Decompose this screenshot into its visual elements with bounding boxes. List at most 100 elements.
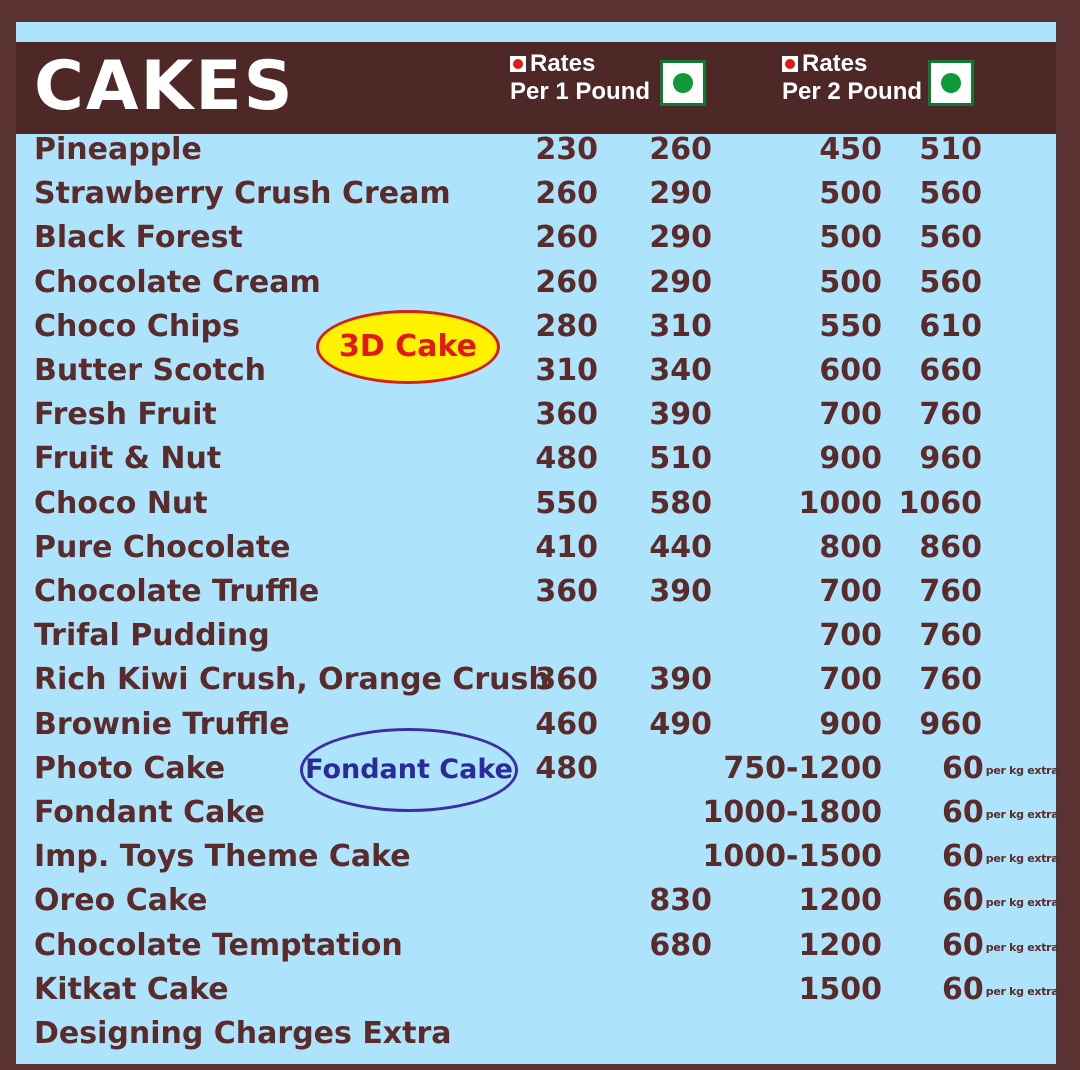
extra-value: 60 [942,927,984,963]
price-2-pound-nonveg: 500 [819,176,882,212]
item-name: Designing Charges Extra [34,1016,452,1051]
price-1-pound-veg: 290 [649,176,712,212]
list-item: Brownie Truffle 460 490 900 960 [16,703,1056,747]
veg-icon [660,60,706,106]
item-name: Trifal Pudding [34,618,270,654]
price-2-pound-veg: 760 [919,662,982,698]
price-1-pound-nonveg: 230 [535,132,598,167]
price-2-pound-veg: 560 [919,264,982,300]
per-2-pound-label: Per 2 Pound [782,78,923,105]
price-1-pound-nonveg: 480 [535,750,598,786]
extra-value: 60 [942,883,984,919]
price-1-pound-veg: 290 [649,264,712,300]
item-name: Brownie Truffle [34,706,290,742]
per-kg-extra-price: 60 per kg extra [942,839,1059,875]
price-1-pound-veg: 510 [649,441,712,477]
menu-header: CAKES Rates Per 1 Pound Rates Per 2 Poun… [16,42,1056,134]
item-name: Chocolate Temptation [34,927,403,963]
price-2-pound-nonveg: 1000 [798,485,883,521]
extra-value: 60 [942,839,984,875]
price-2-pound-veg: 660 [919,353,982,388]
per-kg-extra-price: 60 per kg extra [942,971,1059,1008]
list-item: Trifal Pudding 700 760 [16,614,1056,658]
price-2-pound-veg: 760 [919,618,982,654]
price-2-pound-nonveg: 700 [819,618,882,654]
price-1-pound-nonveg: 360 [535,574,598,609]
price-2-pound-veg: 560 [919,176,982,212]
price-2-pound-nonveg: 800 [819,529,882,565]
per-kg-extra-note: per kg extra [985,808,1059,821]
price-2-pound-veg: 760 [919,397,982,433]
price-1-pound-veg: 390 [649,574,712,609]
rates-label: Rates [530,50,596,77]
price-1-pound-nonveg: 260 [535,264,598,300]
per-kg-extra-price: 60 per kg extra [942,883,1059,919]
price-2-pound-nonveg: 700 [819,662,882,698]
list-item: Choco Chips 280 310 550 610 [16,305,1056,349]
price-1-pound-nonveg: 550 [535,485,598,521]
price-2-pound-veg: 860 [919,529,982,565]
price-1-pound-nonveg: 280 [535,308,598,344]
price-2-pound-nonveg: 500 [819,264,882,300]
price-2-pound-nonveg: 1200 [798,927,883,963]
item-name: Fondant Cake [34,795,265,830]
item-name: Oreo Cake [34,883,208,919]
price-2-pound-nonveg: 700 [819,397,882,433]
price-1-pound-nonveg: 260 [535,220,598,256]
price-1-pound-veg: 390 [649,662,712,698]
menu-panel: CAKES Rates Per 1 Pound Rates Per 2 Poun… [16,22,1059,1064]
price-1-pound-veg: 290 [649,220,712,256]
list-item: Chocolate Truffle 360 390 700 760 [16,570,1056,614]
price-2-pound-nonveg: 1500 [798,971,883,1007]
price-1-pound-nonveg: 310 [535,353,598,388]
item-name: Butter Scotch [34,353,266,388]
list-item: Oreo Cake 830 1200 60 per kg extra [16,879,1059,923]
item-name: Chocolate Truffle [34,574,320,609]
item-name: Imp. Toys Theme Cake [34,839,411,875]
item-name: Photo Cake [34,750,226,786]
price-1-pound-nonveg: 460 [535,706,598,742]
price-2-pound-veg: 560 [919,220,982,256]
item-name: Choco Nut [34,485,208,521]
extra-value: 60 [942,971,984,1007]
price-2-pound-nonveg: 1000-1500 [702,839,882,875]
list-item: Butter Scotch 310 340 600 660 [16,349,1056,393]
3d-cake-badge: 3D Cake [316,310,500,384]
price-2-pound-nonveg: 600 [819,353,882,388]
item-name: Pure Chocolate [34,529,291,565]
price-1-pound-veg: 580 [649,485,712,521]
price-1-pound-veg: 260 [649,132,712,167]
price-2-pound-veg: 1060 [898,485,983,521]
price-2-pound-nonveg: 700 [819,574,882,609]
rates-label: Rates [802,50,868,77]
price-2-pound-nonveg: 500 [819,220,882,256]
item-name: Chocolate Cream [34,264,321,300]
list-item: Fresh Fruit 360 390 700 760 [16,393,1056,437]
item-name: Pineapple [34,132,202,167]
price-2-pound-veg: 610 [919,308,982,344]
item-name: Fruit & Nut [34,441,222,477]
list-item: Imp. Toys Theme Cake 1000-1500 60 per kg ex… [16,835,1059,879]
page-title: CAKES [34,47,295,126]
list-item: Black Forest 260 290 500 560 [16,216,1056,260]
price-1-pound-nonveg: 480 [535,441,598,477]
list-item: Designing Charges Extra [16,1012,1056,1056]
price-1-pound-nonveg: 410 [535,529,598,565]
list-item: Kitkat Cake 1500 60 per kg extra [16,968,1059,1012]
list-item: Chocolate Cream 260 290 500 560 [16,261,1056,305]
list-item: Strawberry Crush Cream 260 290 500 560 [16,172,1056,216]
fondant-cake-badge: Fondant Cake [300,728,518,812]
item-name: Black Forest [34,220,243,256]
list-item: Photo Cake 480 750-1200 60 per kg extra [16,747,1059,791]
price-1-pound-veg: 490 [649,706,712,742]
per-1-pound-label: Per 1 Pound [510,78,651,105]
item-name: Rich Kiwi Crush, Orange Crush [34,662,550,698]
price-2-pound-nonveg: 900 [819,706,882,742]
list-item: Pure Chocolate 410 440 800 860 [16,526,1056,570]
price-2-pound-veg: 760 [919,574,982,609]
price-2-pound-veg: 960 [919,706,982,742]
list-item: Choco Nut 550 580 1000 1060 [16,482,1056,526]
price-2-pound-nonveg: 750-1200 [723,750,882,786]
price-2-pound-veg: 960 [919,441,982,477]
price-2-pound-nonveg: 1200 [798,883,883,919]
